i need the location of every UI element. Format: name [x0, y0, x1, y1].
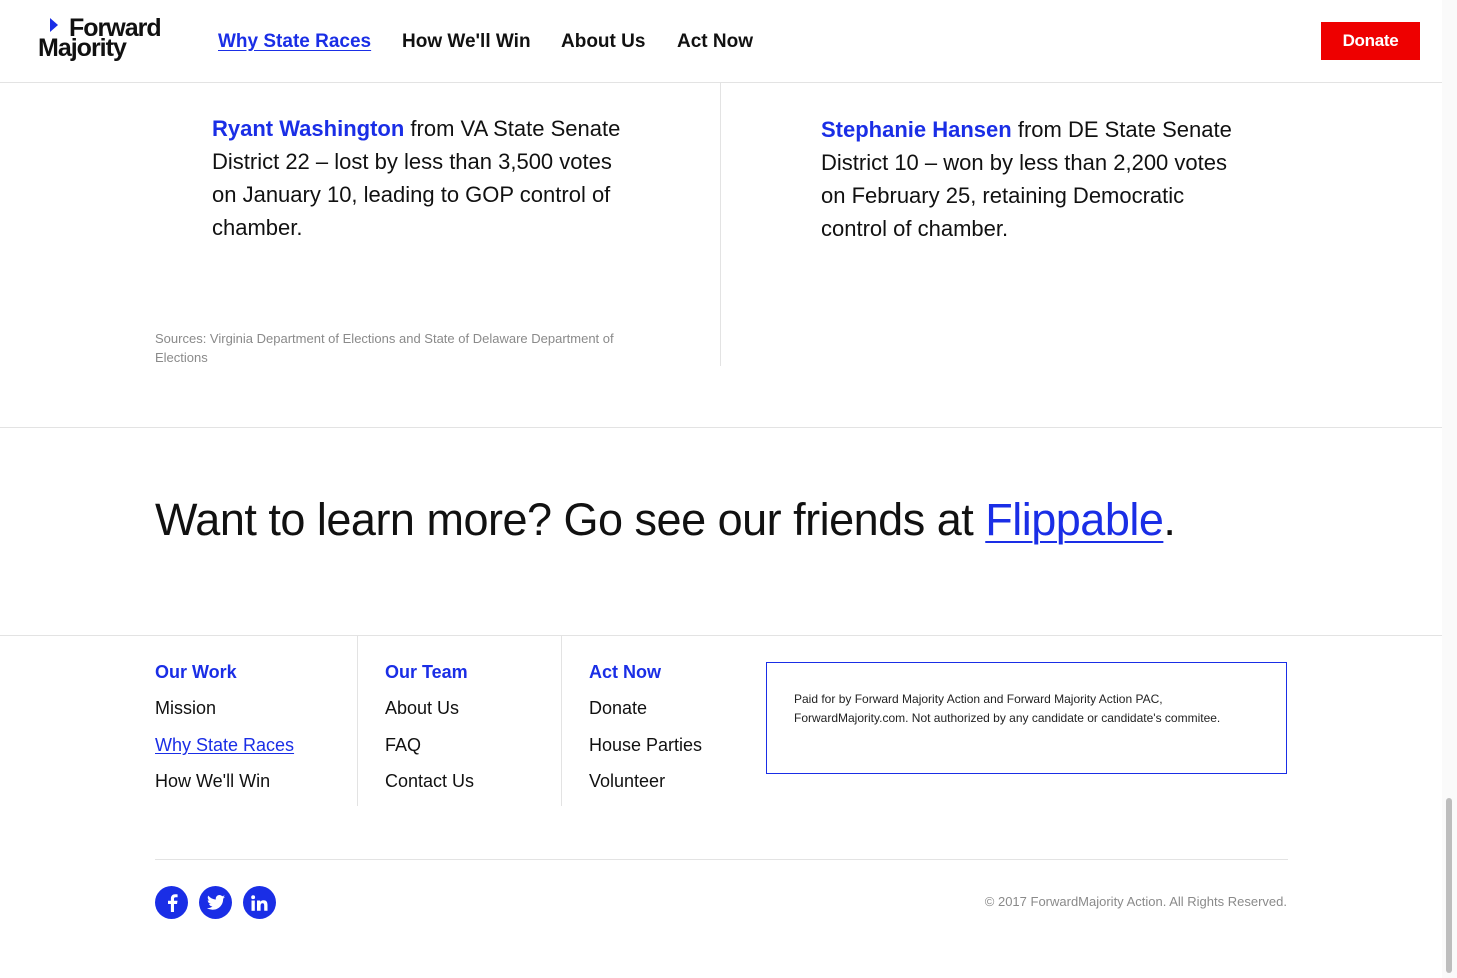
footer-link-about-us[interactable]: About Us	[385, 696, 474, 720]
footer-link-mission[interactable]: Mission	[155, 696, 294, 720]
forward-majority-logo[interactable]: Forward Majority	[38, 14, 168, 64]
candidate-name-link[interactable]: Ryant Washington	[212, 116, 404, 141]
nav-how-well-win[interactable]: How We'll Win	[402, 30, 531, 54]
footer-heading: Our Team	[385, 662, 468, 682]
paid-for-disclaimer: Paid for by Forward Majority Action and …	[766, 662, 1287, 774]
footer-link-faq[interactable]: FAQ	[385, 733, 474, 757]
footer-heading: Act Now	[589, 662, 661, 682]
footer-link-house-parties[interactable]: House Parties	[589, 733, 702, 757]
site-header: Forward Majority Why State Races How We'…	[0, 0, 1442, 83]
footer-heading: Our Work	[155, 662, 237, 682]
result-item-right: Stephanie Hansen from DE State Senate Di…	[821, 113, 1241, 245]
donate-button[interactable]: Donate	[1321, 22, 1420, 60]
footer-column-divider	[561, 636, 562, 806]
sources-note: Sources: Virginia Department of Election…	[155, 331, 614, 365]
cta-text: Want to learn more? Go see our friends a…	[155, 494, 986, 545]
footer-divider	[0, 635, 1442, 636]
facebook-icon[interactable]	[155, 886, 188, 919]
footer-link-how-well-win[interactable]: How We'll Win	[155, 769, 294, 793]
footer-link-contact-us[interactable]: Contact Us	[385, 769, 474, 793]
section-divider	[0, 427, 1442, 428]
flippable-link[interactable]: Flippable	[985, 494, 1164, 545]
linkedin-icon[interactable]	[243, 886, 276, 919]
copyright-text: © 2017 ForwardMajority Action. All Right…	[984, 894, 1287, 909]
footer-link-donate[interactable]: Donate	[589, 696, 702, 720]
nav-about-us[interactable]: About Us	[561, 30, 645, 54]
result-item-left: Ryant Washington from VA State Senate Di…	[212, 112, 632, 244]
candidate-name-link[interactable]: Stephanie Hansen	[821, 117, 1012, 142]
scrollbar-thumb[interactable]	[1446, 798, 1452, 973]
logo-text-line2: Majority	[38, 34, 127, 62]
footer-bottom-divider	[155, 859, 1288, 860]
footer-link-volunteer[interactable]: Volunteer	[589, 769, 702, 793]
cta-suffix: .	[1163, 494, 1176, 545]
learn-more-heading: Want to learn more? Go see our friends a…	[155, 490, 1176, 550]
footer-column-divider	[357, 636, 358, 806]
twitter-icon[interactable]	[199, 886, 232, 919]
footer-column-act-now: Act Now Donate House Parties Volunteer	[589, 660, 702, 806]
nav-why-state-races[interactable]: Why State Races	[218, 30, 371, 54]
footer-column-our-work: Our Work Mission Why State Races How We'…	[155, 660, 294, 806]
footer-link-why-state-races[interactable]: Why State Races	[155, 733, 294, 757]
nav-act-now[interactable]: Act Now	[677, 30, 753, 54]
results-divider	[720, 83, 721, 366]
footer-column-our-team: Our Team About Us FAQ Contact Us	[385, 660, 474, 806]
logo-arrow-icon	[50, 18, 58, 32]
